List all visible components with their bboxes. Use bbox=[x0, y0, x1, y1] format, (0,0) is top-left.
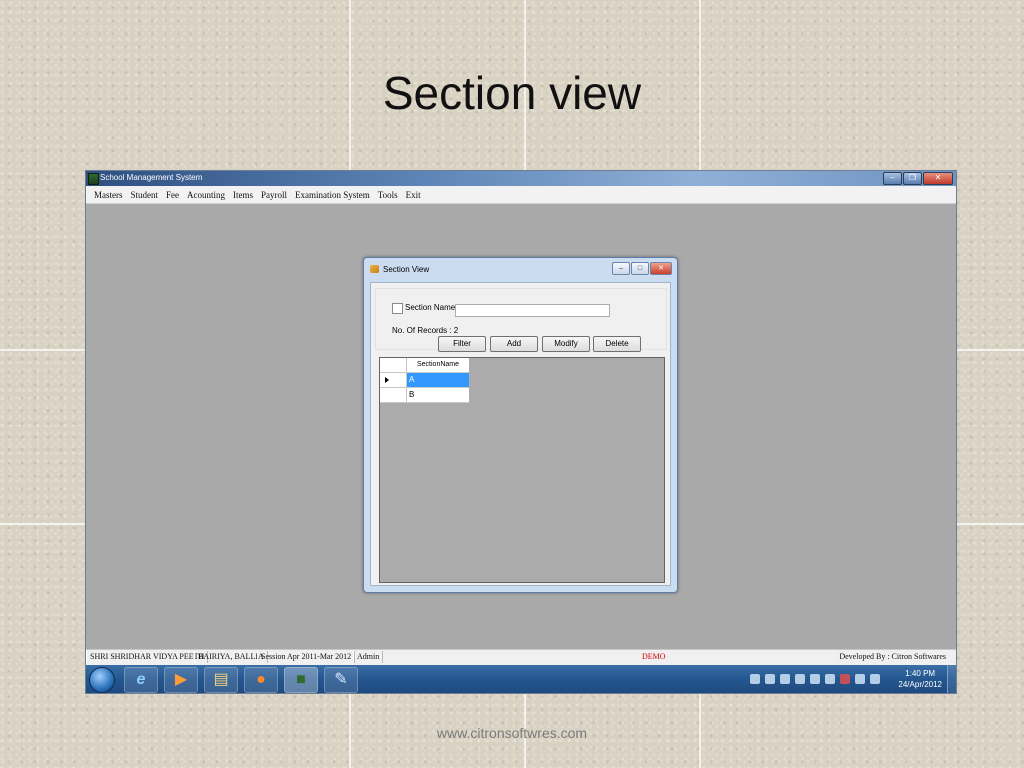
section-name-label: Section Name bbox=[405, 303, 456, 312]
slide-title: Section view bbox=[382, 67, 642, 119]
dialog-minimize-button[interactable]: – bbox=[612, 262, 630, 275]
internet-explorer-icon[interactable]: e bbox=[124, 667, 158, 693]
clock[interactable]: 1:40 PM 24/Apr/2012 bbox=[898, 668, 942, 690]
status-session: Session Apr 2011-Mar 2012 bbox=[257, 651, 356, 663]
menu-student[interactable]: Student bbox=[131, 190, 159, 200]
tray-icon[interactable] bbox=[810, 674, 820, 684]
status-developer: Developed By : Citron Softwares bbox=[839, 652, 946, 661]
firefox-icon[interactable]: ● bbox=[244, 667, 278, 693]
menu-tools[interactable]: Tools bbox=[378, 190, 398, 200]
table-cell[interactable]: A bbox=[407, 373, 469, 388]
menu-acounting[interactable]: Acounting bbox=[187, 190, 225, 200]
dialog-body: Section Name No. Of Records : 2 Filter A… bbox=[370, 282, 671, 586]
delete-button[interactable]: Delete bbox=[593, 336, 641, 352]
current-row-arrow-icon bbox=[385, 377, 389, 383]
app-icon bbox=[88, 173, 99, 185]
menu-items[interactable]: Items bbox=[233, 190, 253, 200]
flag-icon[interactable] bbox=[840, 674, 850, 684]
menu-masters[interactable]: Masters bbox=[94, 190, 123, 200]
status-user: Admin bbox=[353, 651, 384, 663]
close-button[interactable]: ✕ bbox=[923, 172, 953, 185]
show-desktop-button[interactable] bbox=[947, 665, 956, 693]
school-app-icon[interactable]: ■ bbox=[284, 667, 318, 693]
records-count: No. Of Records : 2 bbox=[392, 326, 459, 335]
windows-start-icon[interactable] bbox=[89, 667, 115, 693]
row-header[interactable] bbox=[380, 373, 407, 388]
tray-icon[interactable] bbox=[795, 674, 805, 684]
form-icon bbox=[370, 265, 379, 273]
menu-examination-system[interactable]: Examination System bbox=[295, 190, 370, 200]
status-demo: DEMO bbox=[642, 652, 666, 661]
tray-icon[interactable] bbox=[750, 674, 760, 684]
menu-bar: Masters Student Fee Acounting Items Payr… bbox=[86, 186, 956, 204]
footer-url: www.citronsoftwres.com bbox=[436, 725, 588, 741]
clock-time: 1:40 PM bbox=[905, 669, 936, 678]
menu-fee[interactable]: Fee bbox=[166, 190, 179, 200]
status-bar: SHRI SHRIDHAR VIDYA PEETH BAIRIYA, BALLI… bbox=[86, 649, 956, 665]
grid-corner[interactable] bbox=[380, 358, 407, 373]
row-header[interactable] bbox=[380, 388, 407, 403]
app-titlebar[interactable]: School Management System – ❐ ✕ bbox=[86, 171, 956, 186]
app-title: School Management System bbox=[100, 173, 203, 182]
filter-panel: Section Name No. Of Records : 2 Filter A… bbox=[375, 288, 667, 352]
system-tray bbox=[750, 669, 885, 689]
taskbar: e ▶ ▤ ● ■ ✎ 1:40 PM 24/Apr/2012 bbox=[86, 665, 956, 693]
menu-payroll[interactable]: Payroll bbox=[261, 190, 287, 200]
file-explorer-icon[interactable]: ▤ bbox=[204, 667, 238, 693]
status-school: SHRI SHRIDHAR VIDYA PEETH bbox=[86, 651, 209, 663]
minimize-button[interactable]: – bbox=[883, 172, 902, 185]
sections-grid[interactable]: SectionName A B bbox=[379, 357, 665, 583]
table-cell[interactable]: B bbox=[407, 388, 469, 403]
paint-icon[interactable]: ✎ bbox=[324, 667, 358, 693]
media-player-icon[interactable]: ▶ bbox=[164, 667, 198, 693]
dialog-maximize-button[interactable]: □ bbox=[631, 262, 649, 275]
menu-exit[interactable]: Exit bbox=[406, 190, 421, 200]
dialog-close-button[interactable]: ✕ bbox=[650, 262, 672, 275]
clock-date: 24/Apr/2012 bbox=[898, 680, 942, 689]
add-button[interactable]: Add bbox=[490, 336, 538, 352]
restore-button[interactable]: ❐ bbox=[903, 172, 922, 185]
section-name-input[interactable] bbox=[455, 304, 610, 317]
section-name-checkbox[interactable] bbox=[392, 303, 403, 314]
tray-icon[interactable] bbox=[780, 674, 790, 684]
section-view-dialog: Section View – □ ✕ Section Name No. Of R… bbox=[363, 257, 678, 593]
column-header-sectionname[interactable]: SectionName bbox=[407, 358, 469, 373]
dialog-title: Section View bbox=[383, 265, 430, 274]
volume-icon[interactable] bbox=[855, 674, 865, 684]
filter-button[interactable]: Filter bbox=[438, 336, 486, 352]
tray-icon[interactable] bbox=[825, 674, 835, 684]
tray-icon[interactable] bbox=[765, 674, 775, 684]
modify-button[interactable]: Modify bbox=[542, 336, 590, 352]
network-icon[interactable] bbox=[870, 674, 880, 684]
